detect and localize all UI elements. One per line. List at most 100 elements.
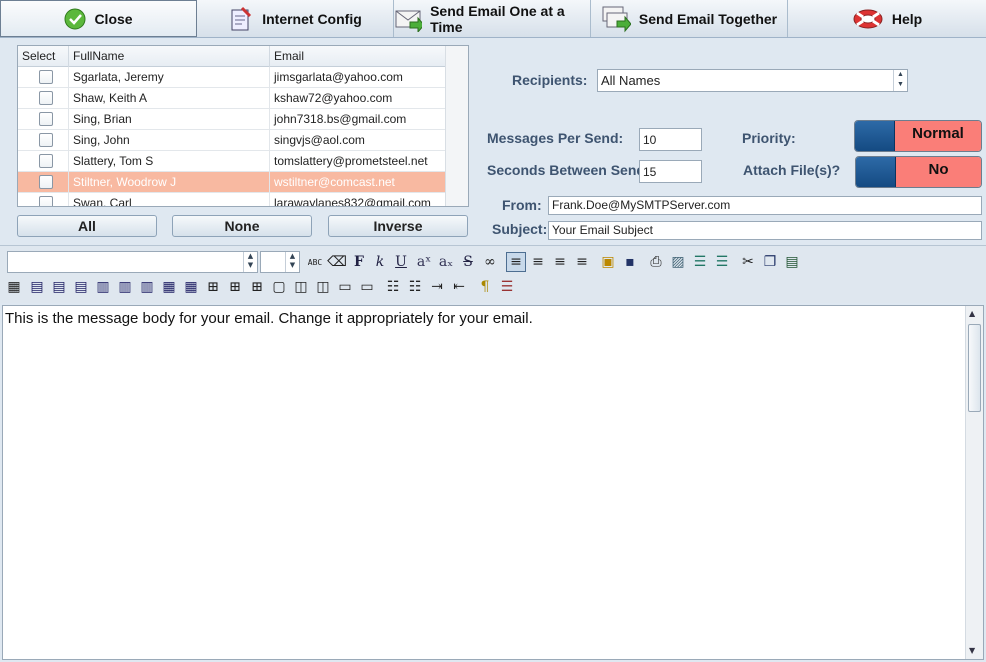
fullname-cell: Stiltner, Woodrow J bbox=[69, 172, 270, 193]
print-icon[interactable]: ⎙ bbox=[646, 252, 666, 272]
insert-column-right-icon[interactable]: ▥ bbox=[115, 277, 135, 297]
table-row[interactable]: Sing, John singvjs@aol.com bbox=[18, 130, 446, 151]
scroll-thumb[interactable] bbox=[968, 324, 981, 412]
subject-label: Subject: bbox=[492, 221, 548, 237]
table-borders-icon[interactable]: ⊞ bbox=[225, 277, 245, 297]
row-checkbox[interactable] bbox=[39, 196, 53, 206]
message-body-editor[interactable]: This is the message body for your email.… bbox=[2, 305, 984, 660]
message-body-text[interactable]: This is the message body for your email.… bbox=[5, 310, 533, 327]
horizontal-rule-icon[interactable]: ☰ bbox=[712, 252, 732, 272]
strikethrough-icon[interactable]: S bbox=[458, 252, 478, 272]
superscript-icon[interactable]: aˣ bbox=[414, 252, 434, 272]
insert-row-below-icon[interactable]: ▤ bbox=[49, 277, 69, 297]
subscript-icon[interactable]: aₓ bbox=[436, 252, 456, 272]
link-icon[interactable]: ∞ bbox=[480, 252, 500, 272]
align-right-icon[interactable]: ≡ bbox=[572, 252, 592, 272]
indent-icon[interactable]: ⇥ bbox=[427, 277, 447, 297]
column-header-fullname[interactable]: FullName bbox=[69, 46, 270, 67]
italic-icon[interactable]: k bbox=[370, 252, 390, 272]
scroll-down-icon[interactable]: ▼ bbox=[969, 646, 975, 655]
table-row[interactable]: Sing, Brian john7318.bs@gmail.com bbox=[18, 109, 446, 130]
priority-toggle[interactable]: Normal bbox=[854, 120, 982, 152]
split-cell-icon[interactable]: ▦ bbox=[181, 277, 201, 297]
chevron-updown-icon: ▲ ▼ bbox=[893, 70, 907, 91]
cell-properties-icon[interactable]: ⊞ bbox=[203, 277, 223, 297]
send-one-button[interactable]: Send Email One at a Time bbox=[394, 0, 591, 37]
eraser-icon[interactable]: ⌫ bbox=[327, 252, 347, 272]
send-one-label: Send Email One at a Time bbox=[430, 2, 565, 35]
select-inverse-button[interactable]: Inverse bbox=[328, 215, 468, 237]
open-folder-icon[interactable]: ▣ bbox=[598, 252, 618, 272]
paste-icon[interactable]: ▤ bbox=[782, 252, 802, 272]
table-header-icon[interactable]: ▭ bbox=[335, 277, 355, 297]
image-icon[interactable]: ▨ bbox=[668, 252, 688, 272]
recipients-select[interactable]: All Names ▲ ▼ bbox=[597, 69, 908, 92]
row-checkbox[interactable] bbox=[39, 175, 53, 189]
row-checkbox[interactable] bbox=[39, 133, 53, 147]
select-all-button[interactable]: All bbox=[17, 215, 157, 237]
font-size-select[interactable]: ▲ ▼ bbox=[260, 251, 300, 273]
chevron-updown-icon: ▲ ▼ bbox=[243, 252, 257, 272]
outdent-icon[interactable]: ⇤ bbox=[449, 277, 469, 297]
table-grid-icon[interactable]: ⊞ bbox=[247, 277, 267, 297]
row-checkbox[interactable] bbox=[39, 112, 53, 126]
table-row[interactable]: Swan, Carl larawaylanes832@gmail.com bbox=[18, 193, 446, 206]
delete-row-icon[interactable]: ▤ bbox=[71, 277, 91, 297]
insert-row-above-icon[interactable]: ▤ bbox=[27, 277, 47, 297]
delete-column-icon[interactable]: ▥ bbox=[137, 277, 157, 297]
insert-table-icon[interactable]: ▦ bbox=[4, 277, 24, 297]
row-checkbox[interactable] bbox=[39, 91, 53, 105]
select-none-button[interactable]: None bbox=[172, 215, 312, 237]
fullname-cell: Slattery, Tom S bbox=[69, 151, 270, 172]
align-justify-icon[interactable]: ≡ bbox=[550, 252, 570, 272]
messages-per-send-input[interactable]: 10 bbox=[639, 128, 702, 151]
insert-column-left-icon[interactable]: ▥ bbox=[93, 277, 113, 297]
table-row-selected[interactable]: Stiltner, Woodrow J wstiltner@comcast.ne… bbox=[18, 172, 446, 193]
editor-scrollbar[interactable]: ▲ ▼ bbox=[965, 306, 983, 659]
row-checkbox[interactable] bbox=[39, 154, 53, 168]
insert-line-icon[interactable]: ☰ bbox=[690, 252, 710, 272]
table-row[interactable]: Shaw, Keith A kshaw72@yahoo.com bbox=[18, 88, 446, 109]
font-name-select[interactable]: ▲ ▼ bbox=[7, 251, 258, 273]
line-spacing-icon[interactable]: ☰ bbox=[497, 277, 517, 297]
copy-icon[interactable]: ❐ bbox=[760, 252, 780, 272]
row-checkbox[interactable] bbox=[39, 70, 53, 84]
column-header-select[interactable]: Select bbox=[18, 46, 69, 67]
column-header-email[interactable]: Email bbox=[270, 46, 446, 67]
numbered-list-icon[interactable]: ☷ bbox=[405, 277, 425, 297]
scroll-up-icon[interactable]: ▲ bbox=[969, 309, 975, 318]
cell-border-icon[interactable]: ▢ bbox=[269, 277, 289, 297]
send-together-button[interactable]: Send Email Together bbox=[591, 0, 788, 37]
fullname-cell: Sing, John bbox=[69, 130, 270, 151]
cell-split-vertical-icon[interactable]: ◫ bbox=[313, 277, 333, 297]
messages-per-send-label: Messages Per Send: bbox=[487, 130, 624, 146]
merge-cells-icon[interactable]: ▦ bbox=[159, 277, 179, 297]
table-footer-icon[interactable]: ▭ bbox=[357, 277, 377, 297]
grid-scrollbar[interactable] bbox=[445, 46, 468, 206]
save-icon[interactable]: ▪ bbox=[620, 252, 640, 272]
spellcheck-icon[interactable]: ABC bbox=[305, 252, 325, 272]
align-left-icon[interactable]: ≡ bbox=[506, 252, 526, 272]
fullname-cell: Swan, Carl bbox=[69, 193, 270, 206]
align-center-icon[interactable]: ≡ bbox=[528, 252, 548, 272]
email-cell: larawaylanes832@gmail.com bbox=[270, 193, 446, 206]
cell-split-horizontal-icon[interactable]: ◫ bbox=[291, 277, 311, 297]
from-input[interactable]: Frank.Doe@MySMTPServer.com bbox=[548, 196, 982, 215]
send-together-label: Send Email Together bbox=[638, 10, 778, 27]
internet-config-label: Internet Config bbox=[262, 10, 362, 27]
table-row[interactable]: Slattery, Tom S tomslattery@prometsteel.… bbox=[18, 151, 446, 172]
table-row[interactable]: Sgarlata, Jeremy jimsgarlata@yahoo.com bbox=[18, 67, 446, 88]
bold-icon[interactable]: F bbox=[349, 252, 369, 272]
bullet-list-icon[interactable]: ☷ bbox=[383, 277, 403, 297]
paragraph-icon[interactable]: ¶ bbox=[475, 277, 495, 297]
attach-files-toggle[interactable]: No bbox=[855, 156, 982, 188]
attach-files-value: No bbox=[896, 157, 981, 187]
underline-icon[interactable]: U bbox=[391, 252, 411, 272]
internet-config-button[interactable]: Internet Config bbox=[197, 0, 394, 37]
seconds-between-input[interactable]: 15 bbox=[639, 160, 702, 183]
subject-input[interactable]: Your Email Subject bbox=[548, 221, 982, 240]
close-button[interactable]: Close bbox=[0, 0, 197, 37]
help-button[interactable]: Help bbox=[788, 0, 986, 37]
cut-icon[interactable]: ✂ bbox=[738, 252, 758, 272]
email-cell: tomslattery@prometsteel.net bbox=[270, 151, 446, 172]
